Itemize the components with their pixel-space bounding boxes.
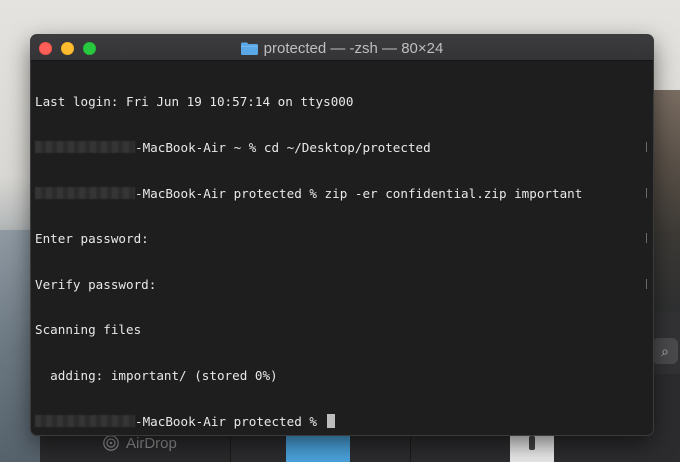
line-edge-marker xyxy=(644,278,647,289)
title-bar[interactable]: protected — -zsh — 80×24 xyxy=(31,35,653,61)
terminal-line: Enter password: xyxy=(35,231,649,246)
line-edge-marker xyxy=(644,187,647,198)
folder-icon xyxy=(240,42,258,55)
redacted-username xyxy=(35,414,135,427)
file-thumbnail[interactable] xyxy=(510,436,554,462)
terminal-output[interactable]: Last login: Fri Jun 19 10:57:14 on ttys0… xyxy=(31,61,653,435)
airdrop-icon xyxy=(103,435,119,451)
terminal-line: -MacBook-Air ~ % cd ~/Desktop/protected xyxy=(35,140,649,155)
terminal-line: Scanning files xyxy=(35,322,142,338)
window-title: protected — -zsh — 80×24 xyxy=(31,35,653,61)
terminal-line: -MacBook-Air protected % zip -er confide… xyxy=(35,186,649,201)
redacted-username xyxy=(35,141,135,153)
text-cursor xyxy=(326,413,335,428)
terminal-line: adding: important/ (stored 0%) xyxy=(35,367,278,383)
line-edge-marker xyxy=(644,142,647,152)
terminal-line: Verify password: xyxy=(35,277,649,292)
window-title-text: protected — -zsh — 80×24 xyxy=(263,39,444,57)
sidebar-item-label: AirDrop xyxy=(126,434,177,452)
finder-search-button[interactable]: ⌕ xyxy=(652,338,678,364)
line-edge-marker xyxy=(644,233,647,244)
terminal-line: Last login: Fri Jun 19 10:57:14 on ttys0… xyxy=(35,94,354,110)
terminal-prompt-line: -MacBook-Air protected % xyxy=(35,413,649,429)
terminal-window: protected — -zsh — 80×24 Last login: Fri… xyxy=(31,35,653,435)
sidebar-item-airdrop[interactable]: AirDrop xyxy=(102,432,177,454)
folder-thumbnail[interactable] xyxy=(286,436,350,462)
search-icon: ⌕ xyxy=(661,343,669,359)
redacted-username xyxy=(35,186,135,199)
